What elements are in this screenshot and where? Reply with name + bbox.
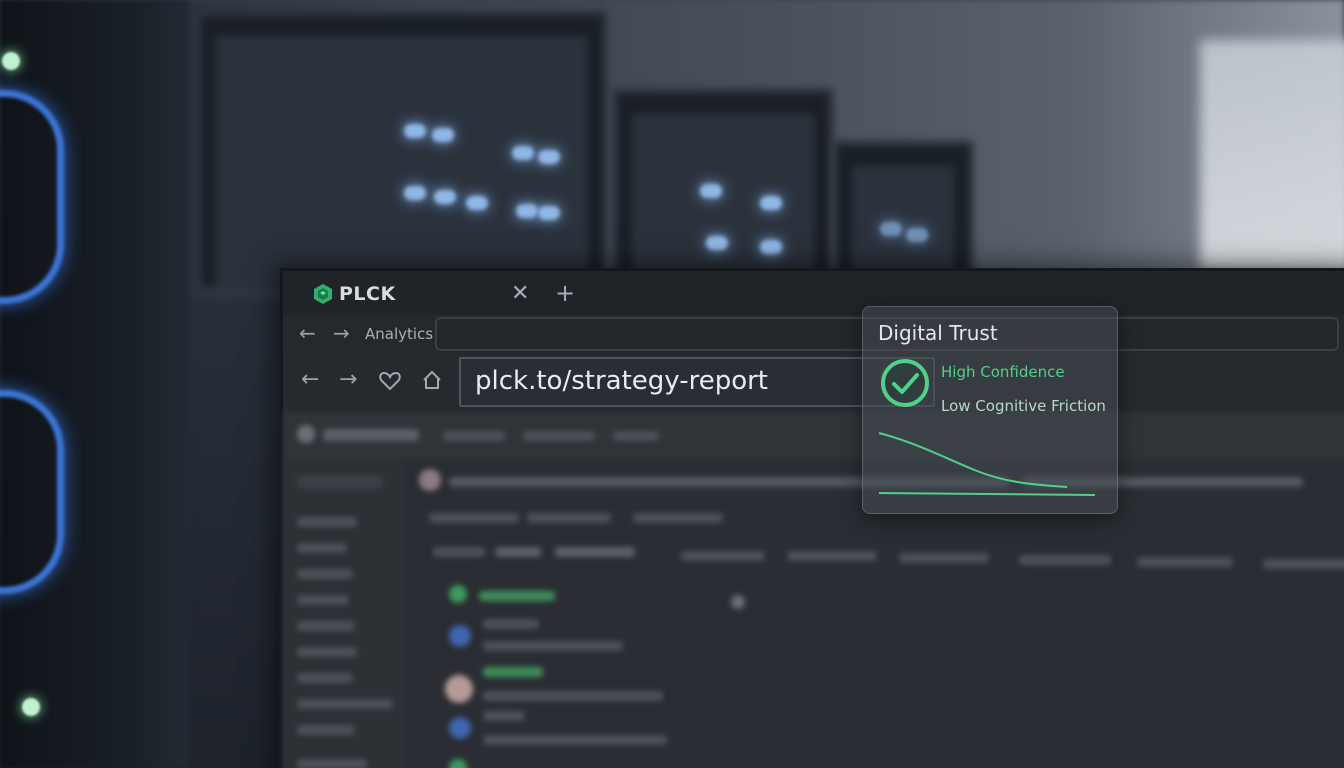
friction-label: Low Cognitive Friction bbox=[941, 397, 1106, 415]
background-window bbox=[1200, 40, 1344, 270]
scene: PLCK ✕ + ← → Analytics ← → plck.to/strat… bbox=[0, 0, 1344, 768]
navigation-bar: ← → plck.to/strategy-report bbox=[283, 355, 1344, 411]
check-circle-icon bbox=[881, 359, 929, 407]
status-light bbox=[22, 698, 40, 716]
heart-icon[interactable] bbox=[379, 371, 401, 391]
server-rack bbox=[612, 88, 834, 290]
server-led bbox=[434, 190, 456, 204]
browser-window: PLCK ✕ + ← → Analytics ← → plck.to/strat… bbox=[280, 268, 1344, 768]
forward-arrow-icon[interactable]: → bbox=[333, 321, 350, 345]
status-light bbox=[2, 52, 20, 70]
server-led bbox=[404, 124, 426, 138]
server-led bbox=[516, 204, 538, 218]
back-arrow-icon[interactable]: ← bbox=[299, 321, 316, 345]
server-led bbox=[538, 150, 560, 164]
server-led bbox=[906, 228, 928, 242]
blue-light-ring bbox=[0, 90, 64, 304]
server-led bbox=[760, 196, 782, 210]
brand[interactable]: PLCK bbox=[313, 281, 396, 307]
confidence-label: High Confidence bbox=[941, 363, 1065, 381]
plus-icon[interactable]: + bbox=[555, 279, 575, 307]
digital-trust-panel: Digital Trust High Confidence Low Cognit… bbox=[862, 306, 1118, 514]
forward-arrow-icon[interactable]: → bbox=[339, 367, 357, 392]
server-led bbox=[880, 222, 902, 236]
bookmark-row: ← → Analytics bbox=[283, 315, 1344, 355]
sidebar bbox=[283, 459, 405, 768]
page-content bbox=[283, 411, 1344, 768]
server-led bbox=[760, 240, 782, 254]
server-led bbox=[432, 128, 454, 142]
url-text: plck.to/strategy-report bbox=[475, 366, 768, 396]
tab-bar: PLCK ✕ + bbox=[283, 271, 1344, 315]
trend-curve bbox=[878, 432, 1068, 488]
server-led bbox=[700, 184, 722, 198]
trend-graph bbox=[878, 432, 1096, 496]
home-icon[interactable] bbox=[421, 369, 443, 391]
plck-logo-icon bbox=[314, 284, 332, 304]
panel-title: Digital Trust bbox=[878, 321, 998, 345]
server-led bbox=[706, 236, 728, 250]
server-led bbox=[538, 206, 560, 220]
server-led bbox=[512, 146, 534, 160]
back-arrow-icon[interactable]: ← bbox=[301, 367, 319, 392]
breadcrumb[interactable]: Analytics bbox=[365, 325, 433, 343]
baseline bbox=[878, 492, 1096, 496]
server-led bbox=[404, 186, 426, 200]
server-led bbox=[466, 196, 488, 210]
blue-light-ring bbox=[0, 390, 64, 594]
page-header bbox=[283, 411, 1344, 459]
close-icon[interactable]: ✕ bbox=[511, 281, 529, 306]
brand-name: PLCK bbox=[339, 283, 396, 305]
